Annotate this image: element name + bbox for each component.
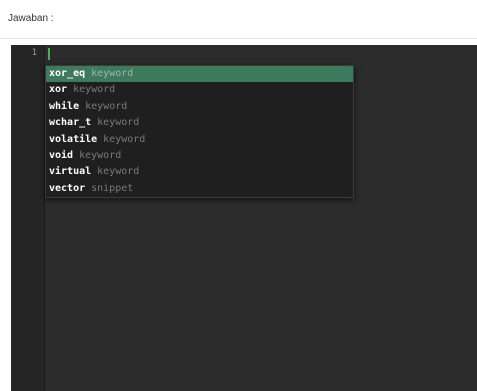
autocomplete-item[interactable]: xor_eq keyword [46,66,353,83]
autocomplete-item-name: volatile [49,133,98,145]
autocomplete-item-type: keyword [79,149,122,161]
autocomplete-item-name: void [49,149,74,161]
autocomplete-item[interactable]: while keyword [46,99,353,115]
autocomplete-item-name: xor_eq [49,68,86,79]
autocomplete-item-type: keyword [85,100,128,112]
autocomplete-item[interactable]: virtual keyword [46,164,353,180]
code-editor[interactable]: 1 xor_eq keyword xor keyword while keyword … [11,45,477,391]
autocomplete-item-type: keyword [73,84,116,96]
autocomplete-item[interactable]: wchar_t keyword [46,115,353,131]
autocomplete-item-name: xor [49,84,68,96]
divider [0,38,477,39]
answer-page: Jawaban : 1 xor_eq keyword xor keyword whi… [0,0,477,391]
text-cursor [48,48,50,60]
autocomplete-item-name: wchar_t [49,117,92,129]
autocomplete-item-name: vector [49,182,86,194]
autocomplete-item[interactable]: void keyword [46,148,353,164]
autocomplete-item[interactable]: vector snippet [46,181,353,197]
autocomplete-item-name: while [49,100,80,112]
answer-label: Jawaban : [8,13,54,24]
autocomplete-item-name: virtual [49,166,92,178]
autocomplete-item[interactable]: volatile keyword [46,132,353,148]
autocomplete-popup: xor_eq keyword xor keyword while keyword wc… [45,65,354,199]
autocomplete-item-type: keyword [103,133,146,145]
line-number: 1 [31,48,37,58]
autocomplete-item-type: snippet [91,182,134,194]
autocomplete-item-type: keyword [97,117,140,129]
autocomplete-item-type: keyword [97,166,140,178]
autocomplete-item-type: keyword [91,68,134,79]
line-gutter: 1 [11,45,45,391]
autocomplete-item[interactable]: xor keyword [46,82,353,98]
